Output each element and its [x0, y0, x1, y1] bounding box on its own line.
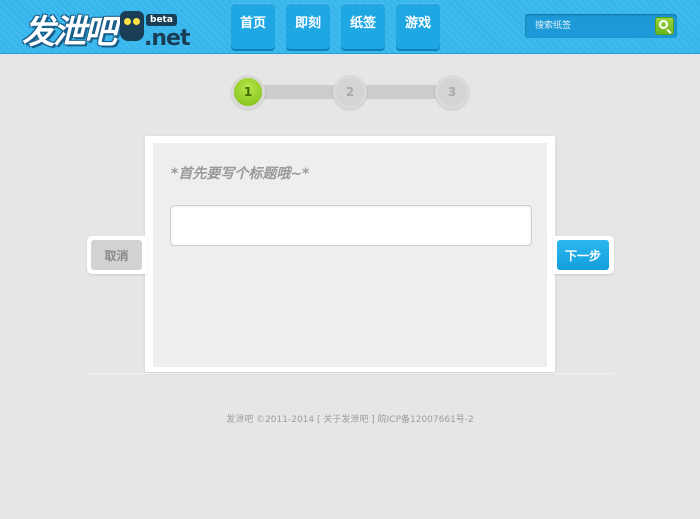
footer-divider	[87, 373, 614, 374]
step-2-indicator: 2	[333, 75, 367, 109]
step-3-indicator: 3	[435, 75, 469, 109]
next-step-button[interactable]: 下一步	[557, 240, 609, 270]
nav-item-home[interactable]: 首页	[231, 3, 275, 49]
step-1-indicator: 1	[231, 75, 265, 109]
footer-icp: 皖ICP备12007661号-2	[377, 415, 474, 425]
nav-item-notes[interactable]: 纸签	[341, 3, 385, 49]
footer: 发泄吧 ©2011-2014 [ 关于发泄吧 ] 皖ICP备12007661号-…	[0, 412, 700, 425]
search-input[interactable]	[525, 14, 653, 38]
site-logo[interactable]: 发泄吧 beta .net	[22, 5, 190, 51]
search-box	[525, 14, 677, 38]
title-hint: *首先要写个标题哦~*	[171, 166, 310, 182]
logo-beta-badge: beta	[146, 14, 177, 26]
nav-item-instant[interactable]: 即刻	[286, 3, 330, 49]
next-button-frame: 下一步	[553, 236, 614, 274]
footer-about-link[interactable]: [ 关于发泄吧 ]	[317, 415, 375, 425]
logo-domain: .net	[144, 26, 190, 51]
logo-text: 发泄吧	[22, 12, 117, 51]
site-header: 发泄吧 beta .net 首页 即刻 纸签 游戏	[0, 0, 700, 54]
search-icon	[659, 20, 668, 29]
cancel-button[interactable]: 取消	[91, 240, 142, 270]
footer-copyright: 发泄吧 ©2011-2014	[226, 415, 315, 425]
logo-mascot-icon	[120, 11, 144, 41]
search-button[interactable]	[655, 17, 674, 35]
nav-item-games[interactable]: 游戏	[396, 3, 440, 49]
cancel-button-frame: 取消	[87, 236, 147, 274]
title-input[interactable]	[170, 205, 532, 246]
